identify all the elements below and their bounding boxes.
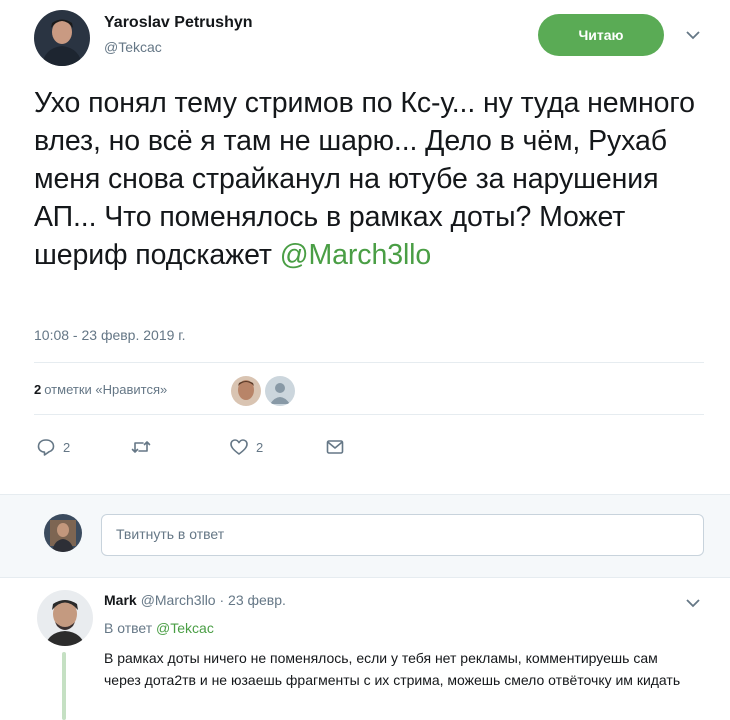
tweet-timestamp[interactable]: 10:08 - 23 февр. 2019 г. xyxy=(34,327,186,343)
reply-icon xyxy=(37,439,55,456)
reply-author-avatar[interactable] xyxy=(37,590,93,646)
reply-author-handle[interactable]: @March3llo xyxy=(141,592,216,608)
chevron-down-icon[interactable] xyxy=(686,599,700,608)
reply-to-context: В ответ @Tekcac xyxy=(104,620,214,636)
liker-avatar-default[interactable] xyxy=(265,376,295,406)
current-user-avatar[interactable] xyxy=(44,514,82,552)
heart-icon xyxy=(230,439,248,455)
reply-to-handle[interactable]: @Tekcac xyxy=(156,620,214,636)
following-button[interactable]: Читаю xyxy=(538,14,664,56)
reply-date[interactable]: · 23 февр. xyxy=(219,592,285,608)
tweet-text: Ухо понял тему стримов по Кс-у... ну туд… xyxy=(34,84,704,274)
reply-to-prefix: В ответ xyxy=(104,620,157,636)
reply-count: 2 xyxy=(63,439,71,455)
author-handle[interactable]: @Tekcac xyxy=(104,39,162,55)
direct-message-button[interactable] xyxy=(325,437,352,457)
retweet-button[interactable] xyxy=(131,437,158,457)
liker-avatar[interactable] xyxy=(231,376,261,406)
reply-header: Mark @March3llo · 23 февр. xyxy=(104,592,286,608)
divider xyxy=(34,414,704,415)
likes-summary[interactable]: 2 отметки «Нравится» xyxy=(34,382,167,397)
reply-input[interactable]: Твитнуть в ответ xyxy=(101,514,704,556)
divider xyxy=(34,362,704,363)
reply-button[interactable]: 2 xyxy=(36,437,70,457)
thread-line xyxy=(62,652,66,720)
reply-text: В рамках доты ничего не поменялось, если… xyxy=(104,650,681,688)
author-name[interactable]: Yaroslav Petrushyn xyxy=(104,14,253,32)
likes-label: отметки «Нравится» xyxy=(44,382,168,397)
author-avatar[interactable] xyxy=(34,10,90,66)
reply-author-name[interactable]: Mark xyxy=(104,592,137,608)
chevron-down-icon[interactable] xyxy=(686,31,700,40)
likes-count: 2 xyxy=(34,382,42,397)
retweet-icon xyxy=(131,441,151,453)
envelope-icon xyxy=(326,440,344,454)
like-count: 2 xyxy=(256,439,264,455)
mention-link[interactable]: @March3llo xyxy=(280,239,432,271)
like-button[interactable]: 2 xyxy=(229,437,263,457)
